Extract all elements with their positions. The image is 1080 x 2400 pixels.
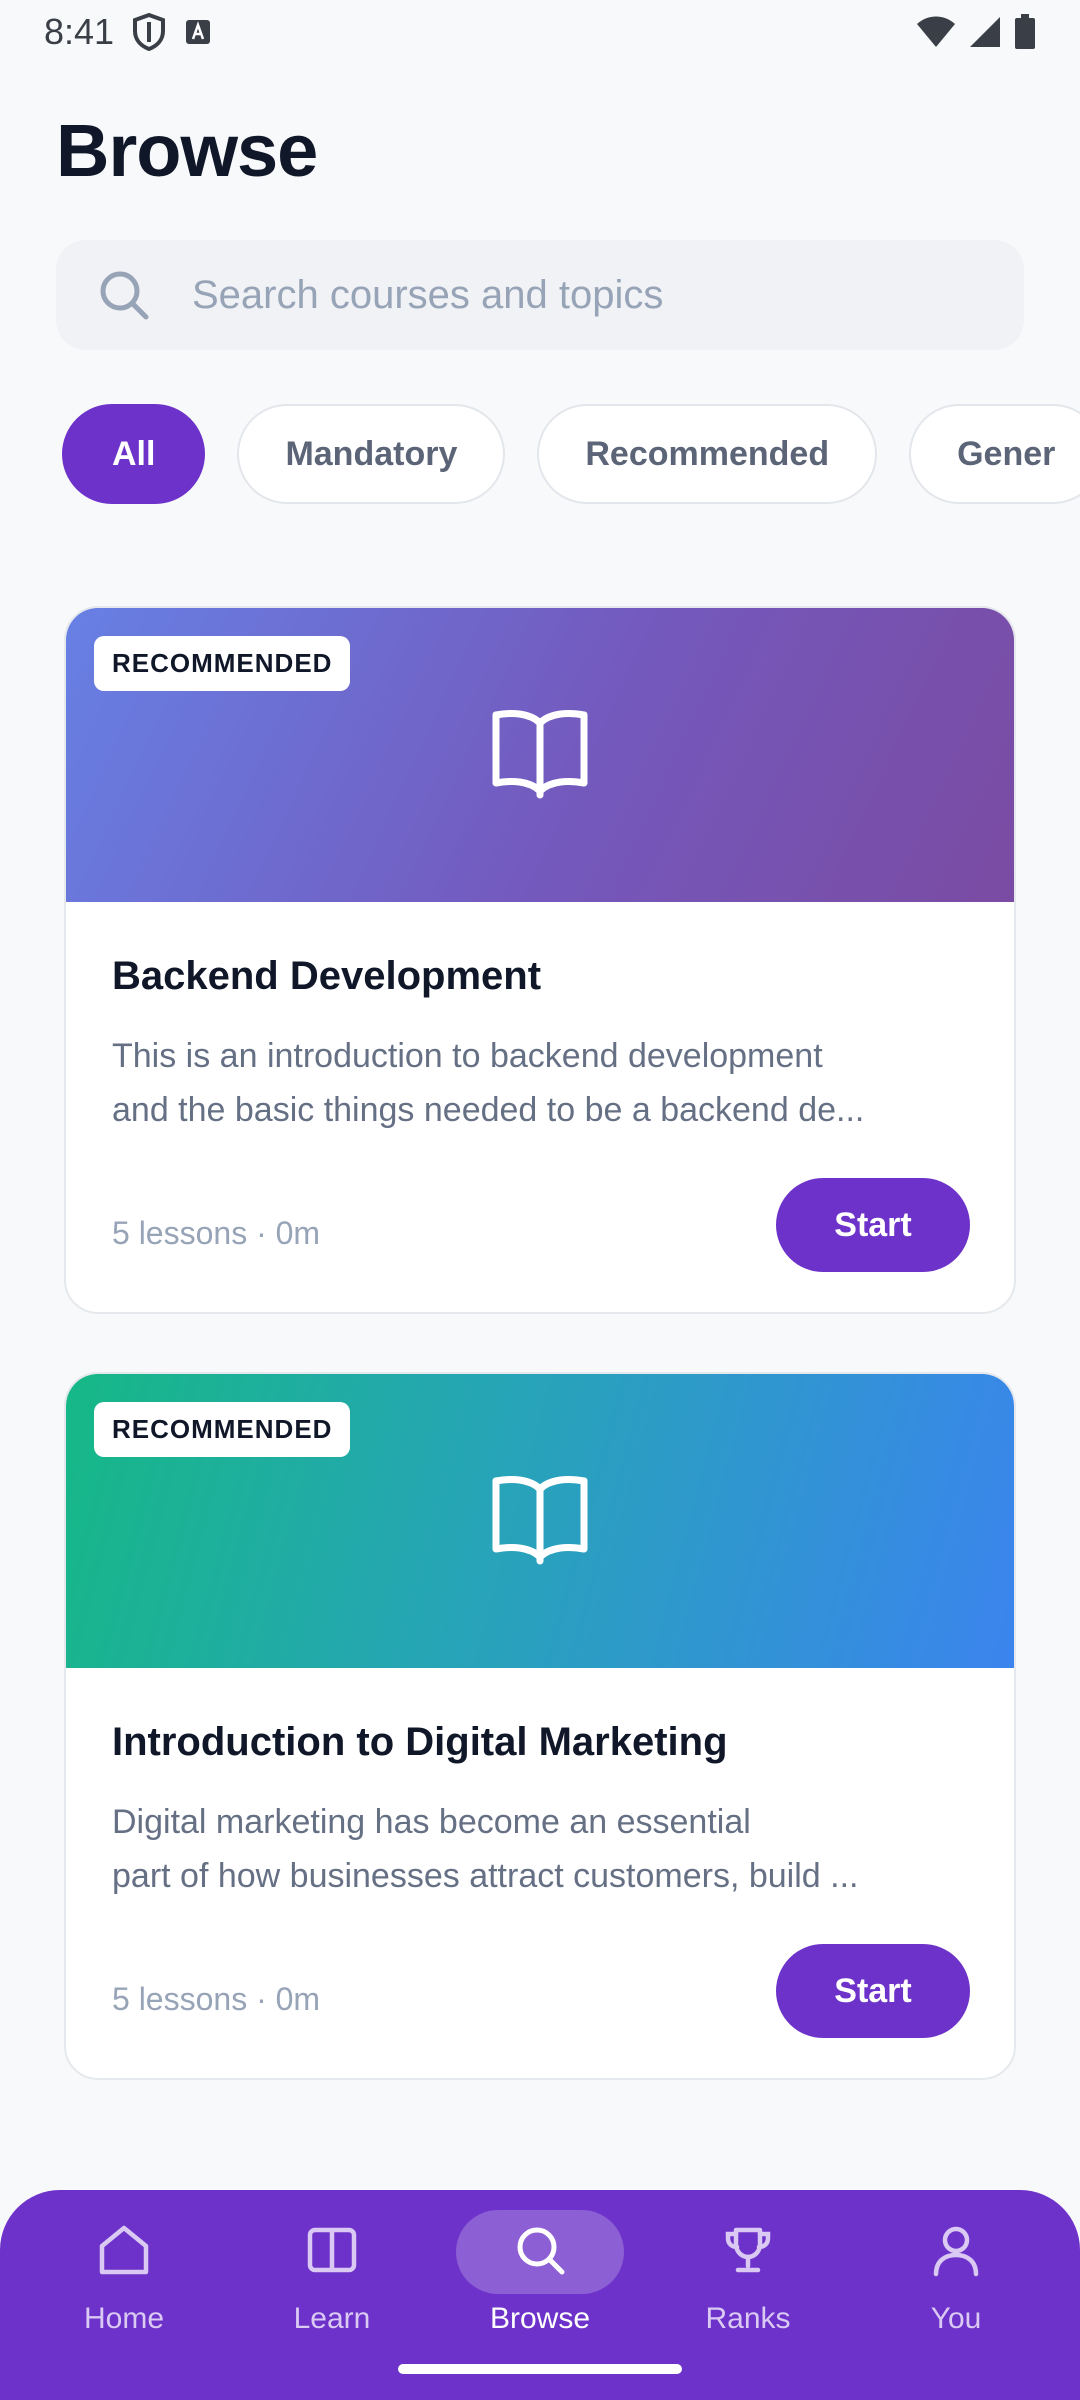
course-meta: 5 lessons · 0m [112,1215,321,1251]
person-icon [928,2222,984,2283]
course-description-line: part of how businesses attract customers… [112,1857,859,1895]
course-card-hero: RECOMMENDED [66,608,1014,902]
nav-label: Learn [293,2302,371,2335]
filter-chip-recommended[interactable]: Recommended [537,404,878,504]
search-bar[interactable] [56,240,1024,350]
battery-icon [1014,14,1036,50]
open-book-icon [490,707,590,804]
filter-chip-all[interactable]: All [62,404,206,504]
trophy-icon [720,2222,776,2283]
recommended-badge: RECOMMENDED [94,636,351,691]
home-indicator[interactable] [398,2364,682,2374]
start-button[interactable]: Start [776,1178,970,1272]
book-columns-icon [304,2222,360,2283]
filter-chip-mandatory[interactable]: Mandatory [237,404,506,504]
course-meta: 5 lessons · 0m [112,1981,321,2017]
course-card-hero: RECOMMENDED [66,1374,1014,1668]
recommended-badge: RECOMMENDED [94,1402,351,1457]
filter-chip-general[interactable]: Gener [909,404,1080,504]
course-description: Digital marketing has become an essentia… [112,1795,972,1903]
course-description-line: and the basic things needed to be a back… [112,1091,865,1129]
search-icon [512,2222,568,2283]
course-description: This is an introduction to backend devel… [112,1029,972,1137]
course-card[interactable]: RECOMMENDED Backend Development This is … [64,606,1016,1314]
nav-item-home[interactable]: Home [39,2190,209,2360]
filter-chips: All Mandatory Recommended Gener [62,404,1080,504]
course-title: Backend Development [112,954,542,998]
nav-item-browse[interactable]: Browse [455,2190,625,2360]
status-time: 8:41 [44,11,115,52]
cellular-signal-icon [968,15,1002,49]
page-title: Browse [56,109,318,192]
search-icon [96,267,152,323]
nav-item-ranks[interactable]: Ranks [663,2190,833,2360]
nav-label: Browse [489,2302,591,2335]
nav-item-learn[interactable]: Learn [247,2190,417,2360]
course-description-line: Digital marketing has become an essentia… [112,1803,751,1841]
nav-item-you[interactable]: You [871,2190,1041,2360]
home-icon [96,2222,152,2283]
nav-label: You [930,2302,982,2335]
course-card[interactable]: RECOMMENDED Introduction to Digital Mark… [64,1372,1016,2080]
open-book-icon [490,1473,590,1570]
nav-label: Ranks [705,2302,791,2335]
search-input[interactable] [192,272,972,318]
status-bar: 8:41 [0,0,1080,64]
wifi-icon [916,16,956,48]
nav-label: Home [83,2302,165,2335]
start-button[interactable]: Start [776,1944,970,2038]
shield-icon [132,13,166,51]
notification-app-icon [184,18,212,46]
course-title: Introduction to Digital Marketing [112,1720,728,1764]
course-description-line: This is an introduction to backend devel… [112,1037,823,1075]
